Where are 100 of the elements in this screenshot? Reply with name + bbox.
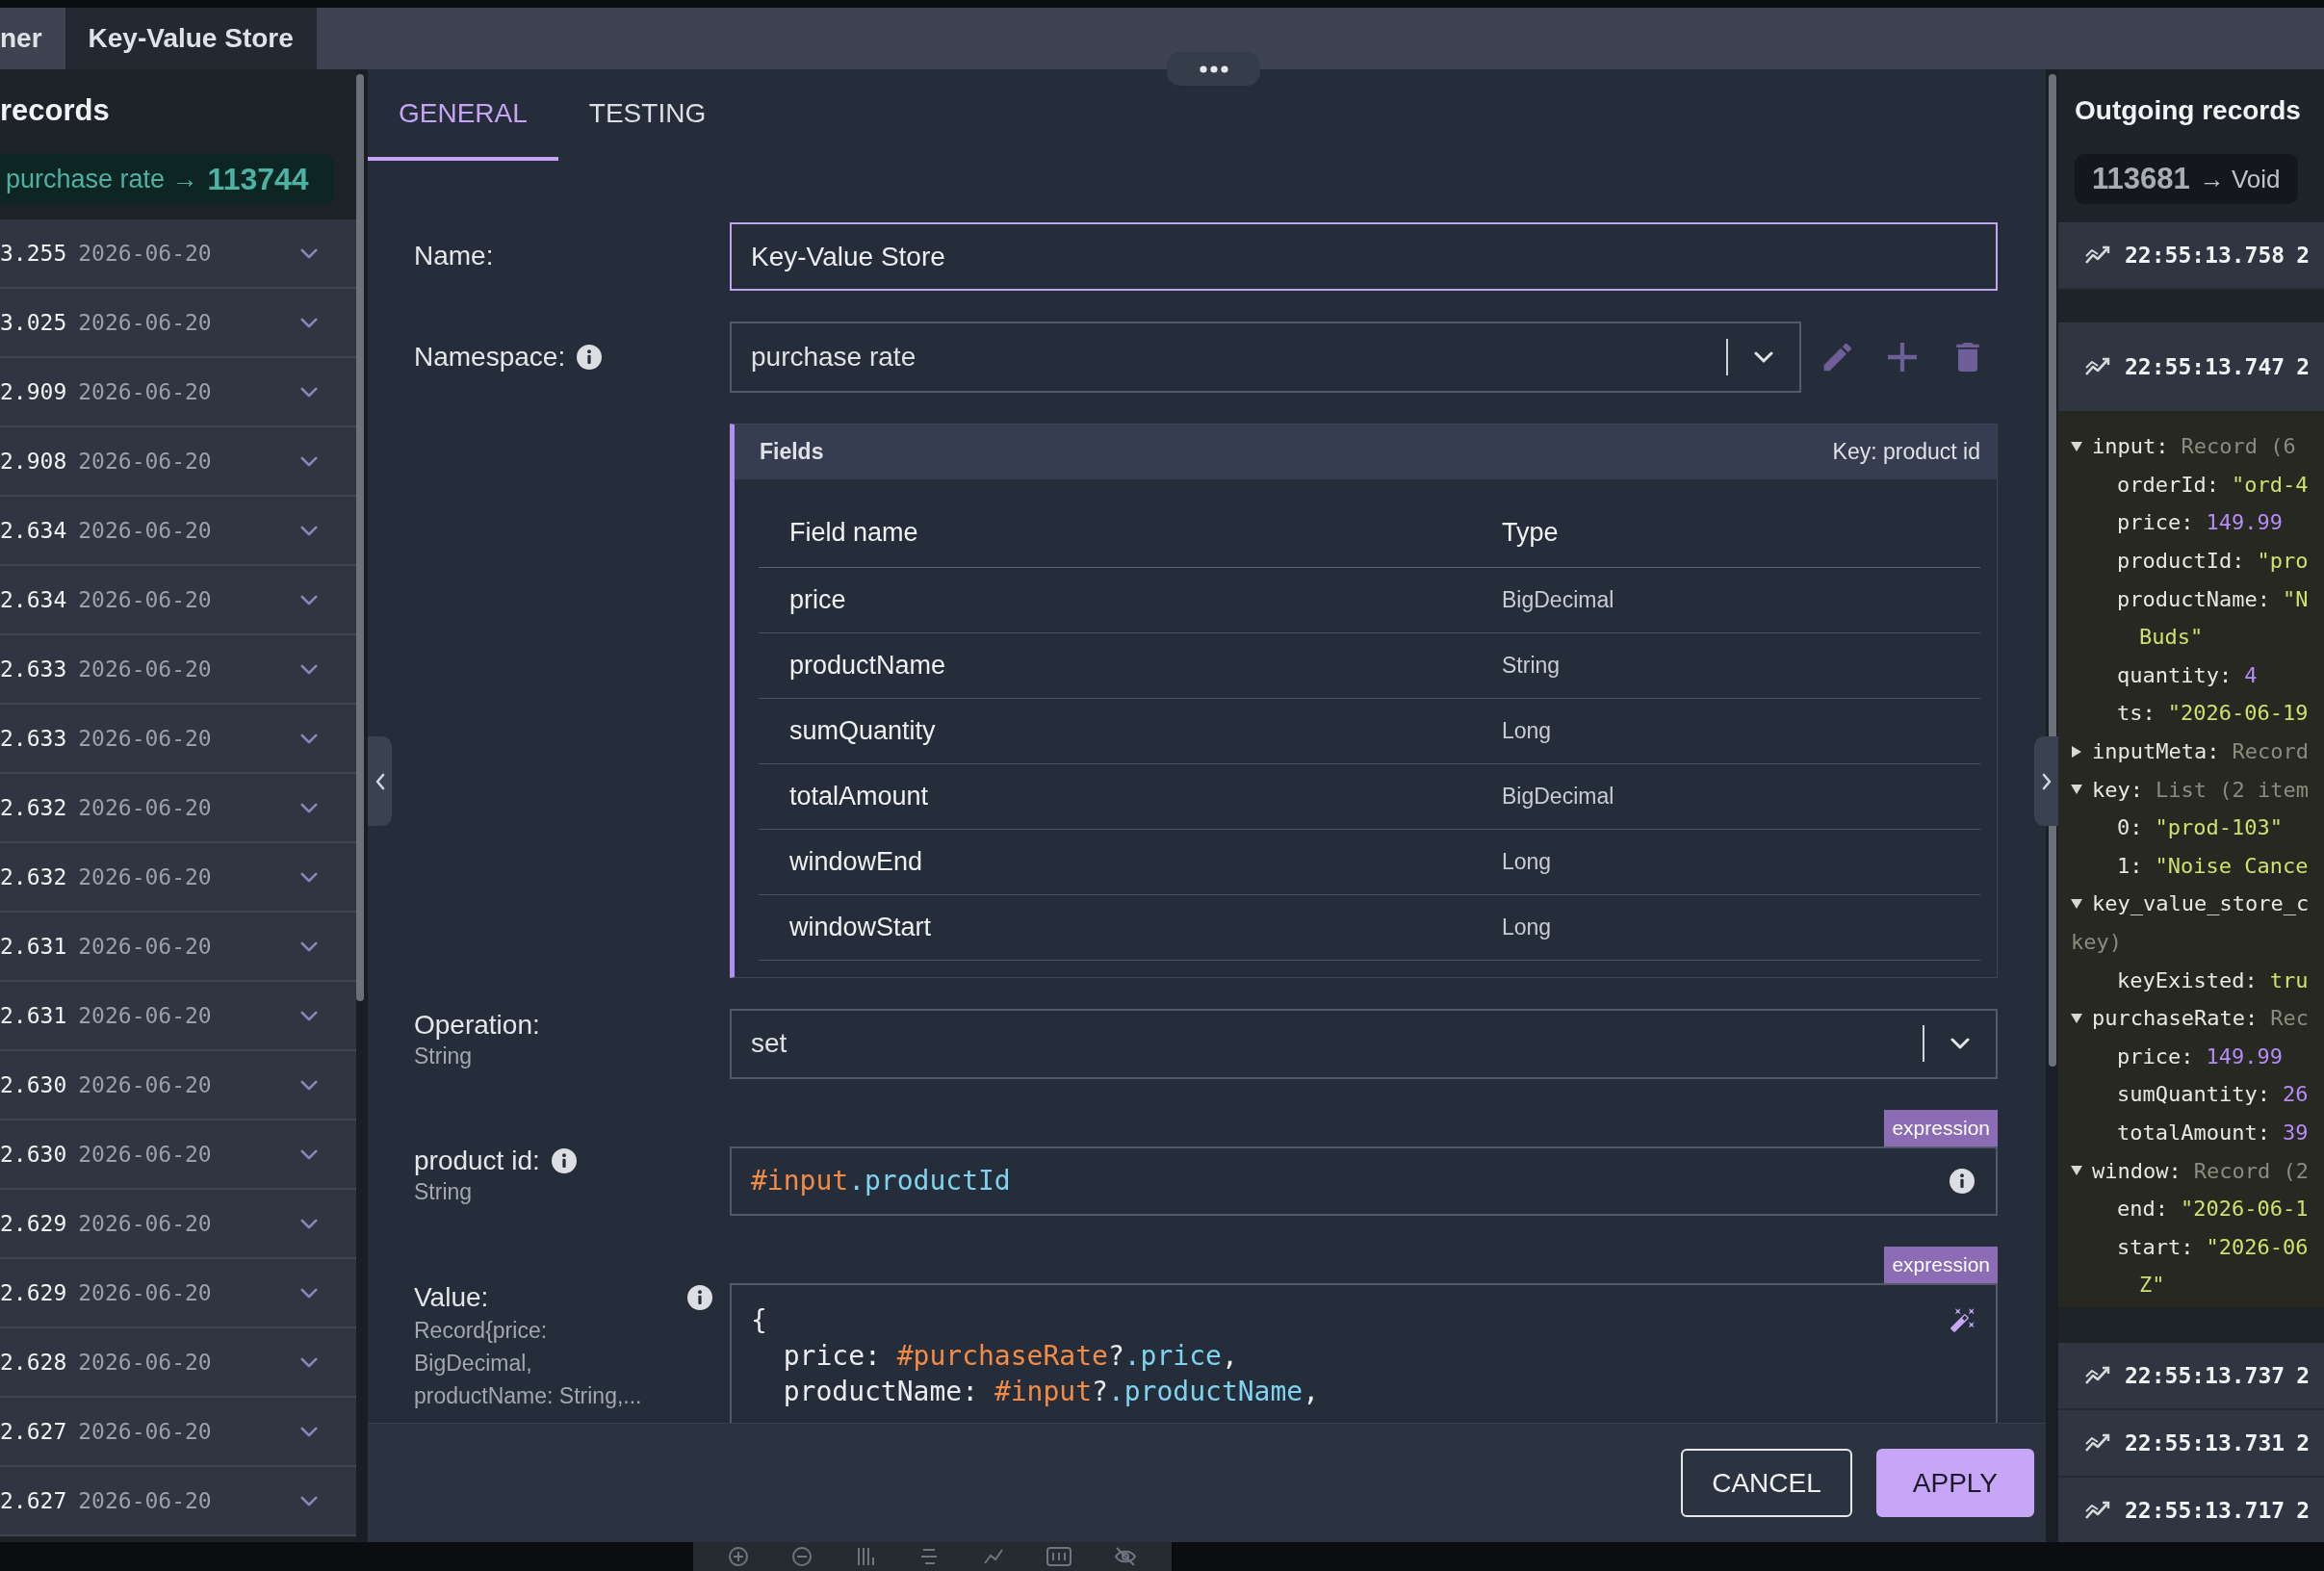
table-cell: productName bbox=[759, 632, 1471, 698]
record-value: 2.632 bbox=[0, 863, 67, 891]
record-row[interactable]: 2.631 2026-06-20 bbox=[0, 913, 356, 982]
tree-type: List (2 item bbox=[2156, 776, 2309, 804]
chevron-down-icon bbox=[300, 1010, 318, 1021]
record-value: 2.633 bbox=[0, 724, 67, 753]
more-button[interactable] bbox=[1167, 52, 1260, 86]
columns-icon[interactable] bbox=[855, 1546, 877, 1567]
info-icon[interactable] bbox=[1950, 1168, 1975, 1194]
record-date: 2026-06-20 bbox=[78, 1140, 212, 1169]
tree-value: "N bbox=[2282, 585, 2309, 613]
expand-handle[interactable] bbox=[2034, 736, 2058, 826]
edit-icon[interactable] bbox=[1822, 343, 1851, 372]
trash-icon[interactable] bbox=[1953, 343, 1982, 372]
zoom-in-icon[interactable] bbox=[728, 1546, 750, 1567]
record-row[interactable]: 2.634 2026-06-20 bbox=[0, 566, 356, 635]
cancel-button[interactable]: CANCEL bbox=[1681, 1449, 1852, 1517]
counter-icon[interactable] bbox=[1046, 1546, 1072, 1567]
tree-key: productName: bbox=[2117, 582, 2270, 615]
field-type: String bbox=[414, 1177, 474, 1206]
tree-key: key_value_store_c bbox=[2092, 888, 2310, 920]
field-type: Record{price: BigDecimal, productName: String,... bbox=[414, 1316, 643, 1410]
window-tab[interactable]: ner bbox=[0, 8, 65, 69]
record-time: 22:55:13.731 bbox=[2125, 1429, 2285, 1457]
add-icon[interactable] bbox=[1888, 343, 1917, 372]
expression-input[interactable]: #input.productId bbox=[730, 1146, 1998, 1216]
record-row[interactable]: 2.629 2026-06-20 bbox=[0, 1190, 356, 1259]
scrollbar-thumb[interactable] bbox=[2048, 74, 2056, 1067]
window-tab[interactable]: Key-Value Store bbox=[65, 8, 317, 69]
record-row[interactable]: 2.633 2026-06-20 bbox=[0, 705, 356, 774]
table-cell: String bbox=[1471, 632, 1980, 698]
record-value: 2.629 bbox=[0, 1278, 67, 1307]
tab[interactable]: GENERAL bbox=[368, 69, 558, 161]
code-line: price: #purchaseRate?.price, bbox=[782, 1338, 1239, 1374]
tree-key: window: bbox=[2092, 1154, 2182, 1187]
record-row[interactable]: 2.634 2026-06-20 bbox=[0, 497, 356, 566]
info-icon[interactable] bbox=[687, 1284, 712, 1310]
record-row[interactable]: 3.255 2026-06-20 bbox=[0, 219, 356, 289]
record-row[interactable]: 2.630 2026-06-20 bbox=[0, 1051, 356, 1120]
chevron-down-icon bbox=[300, 1218, 318, 1229]
record-row[interactable]: 2.633 2026-06-20 bbox=[0, 635, 356, 705]
info-icon[interactable] bbox=[577, 345, 603, 370]
record-row[interactable]: 22:55:13.731 2 bbox=[2058, 1410, 2324, 1478]
field-label: Operation: bbox=[414, 1008, 540, 1042]
code-line: #input.productId bbox=[751, 1164, 1012, 1198]
table-cell: Long bbox=[1471, 829, 1980, 894]
zoom-out-icon[interactable] bbox=[791, 1546, 813, 1567]
apply-button[interactable]: APPLY bbox=[1875, 1449, 2034, 1517]
chevron-down-icon bbox=[300, 663, 318, 675]
caret-down-icon[interactable] bbox=[2071, 1166, 2082, 1176]
record-row[interactable]: 2.908 2026-06-20 bbox=[0, 427, 356, 497]
record-date: 2026-06-20 bbox=[78, 585, 212, 614]
chevron-down-icon bbox=[300, 1356, 318, 1368]
collapse-handle[interactable] bbox=[368, 736, 392, 826]
tree-key: start: bbox=[2117, 1230, 2194, 1263]
caret-down-icon[interactable] bbox=[2071, 441, 2082, 451]
record-row[interactable]: 22:55:13.737 2 bbox=[2058, 1343, 2324, 1410]
record-row[interactable]: 2.630 2026-06-20 bbox=[0, 1120, 356, 1190]
chevron-down-icon bbox=[300, 1079, 318, 1091]
record-row[interactable]: 2.632 2026-06-20 bbox=[0, 843, 356, 913]
tree-value: tru bbox=[2269, 966, 2309, 994]
record-date: 2 bbox=[2296, 1429, 2311, 1457]
record-date: 2026-06-20 bbox=[78, 377, 212, 406]
trend-chart-icon bbox=[2084, 1365, 2111, 1386]
table-cell: Long bbox=[1471, 894, 1980, 960]
record-row[interactable]: 2.632 2026-06-20 bbox=[0, 774, 356, 843]
chevron-down-icon bbox=[300, 594, 318, 605]
tree-key: price: bbox=[2117, 1040, 2194, 1072]
record-value: 2.634 bbox=[0, 516, 67, 545]
tab[interactable]: TESTING bbox=[557, 69, 737, 161]
table-cell: price bbox=[759, 567, 1471, 632]
magic-wand-icon[interactable] bbox=[1950, 1305, 1976, 1333]
caret-down-icon[interactable] bbox=[2071, 898, 2082, 909]
table-cell: BigDecimal bbox=[1471, 763, 1980, 829]
table-cell: sumQuantity bbox=[759, 698, 1471, 763]
record-row[interactable]: 22:55:13.717 2 bbox=[2058, 1478, 2324, 1542]
caret-down-icon[interactable] bbox=[2071, 785, 2082, 795]
record-row[interactable]: 22:55:13.758 2 bbox=[2058, 222, 2324, 290]
record-row[interactable]: 2.628 2026-06-20 bbox=[0, 1328, 356, 1398]
field-type: String bbox=[414, 1042, 474, 1070]
record-row[interactable]: 3.025 2026-06-20 bbox=[0, 289, 356, 358]
select-field[interactable]: set bbox=[730, 1008, 1998, 1079]
info-icon[interactable] bbox=[551, 1147, 577, 1173]
target-label: → Void bbox=[2199, 163, 2281, 195]
chevron-down-icon bbox=[300, 940, 318, 952]
record-row[interactable]: 2.909 2026-06-20 bbox=[0, 358, 356, 427]
code-line: productName: #input?.productName, bbox=[782, 1374, 1321, 1409]
record-date: 2 bbox=[2296, 1496, 2311, 1525]
tree-value: "2026-06-19 bbox=[2167, 700, 2309, 728]
scrollbar-thumb[interactable] bbox=[356, 74, 364, 1001]
record-row[interactable]: 2.627 2026-06-20 bbox=[0, 1398, 356, 1467]
record-row[interactable]: 2.629 2026-06-20 bbox=[0, 1259, 356, 1328]
select-field[interactable]: purchase rate bbox=[730, 322, 1801, 393]
record-row[interactable]: 2.627 2026-06-20 bbox=[0, 1467, 356, 1536]
name-input[interactable]: Key-Value Store bbox=[730, 222, 1998, 291]
caret-right-icon[interactable] bbox=[2071, 745, 2082, 758]
eye-off-icon[interactable] bbox=[1113, 1546, 1137, 1567]
record-row[interactable]: 2.631 2026-06-20 bbox=[0, 982, 356, 1051]
record-count: 113744 bbox=[207, 161, 309, 198]
caret-down-icon[interactable] bbox=[2071, 1013, 2082, 1023]
